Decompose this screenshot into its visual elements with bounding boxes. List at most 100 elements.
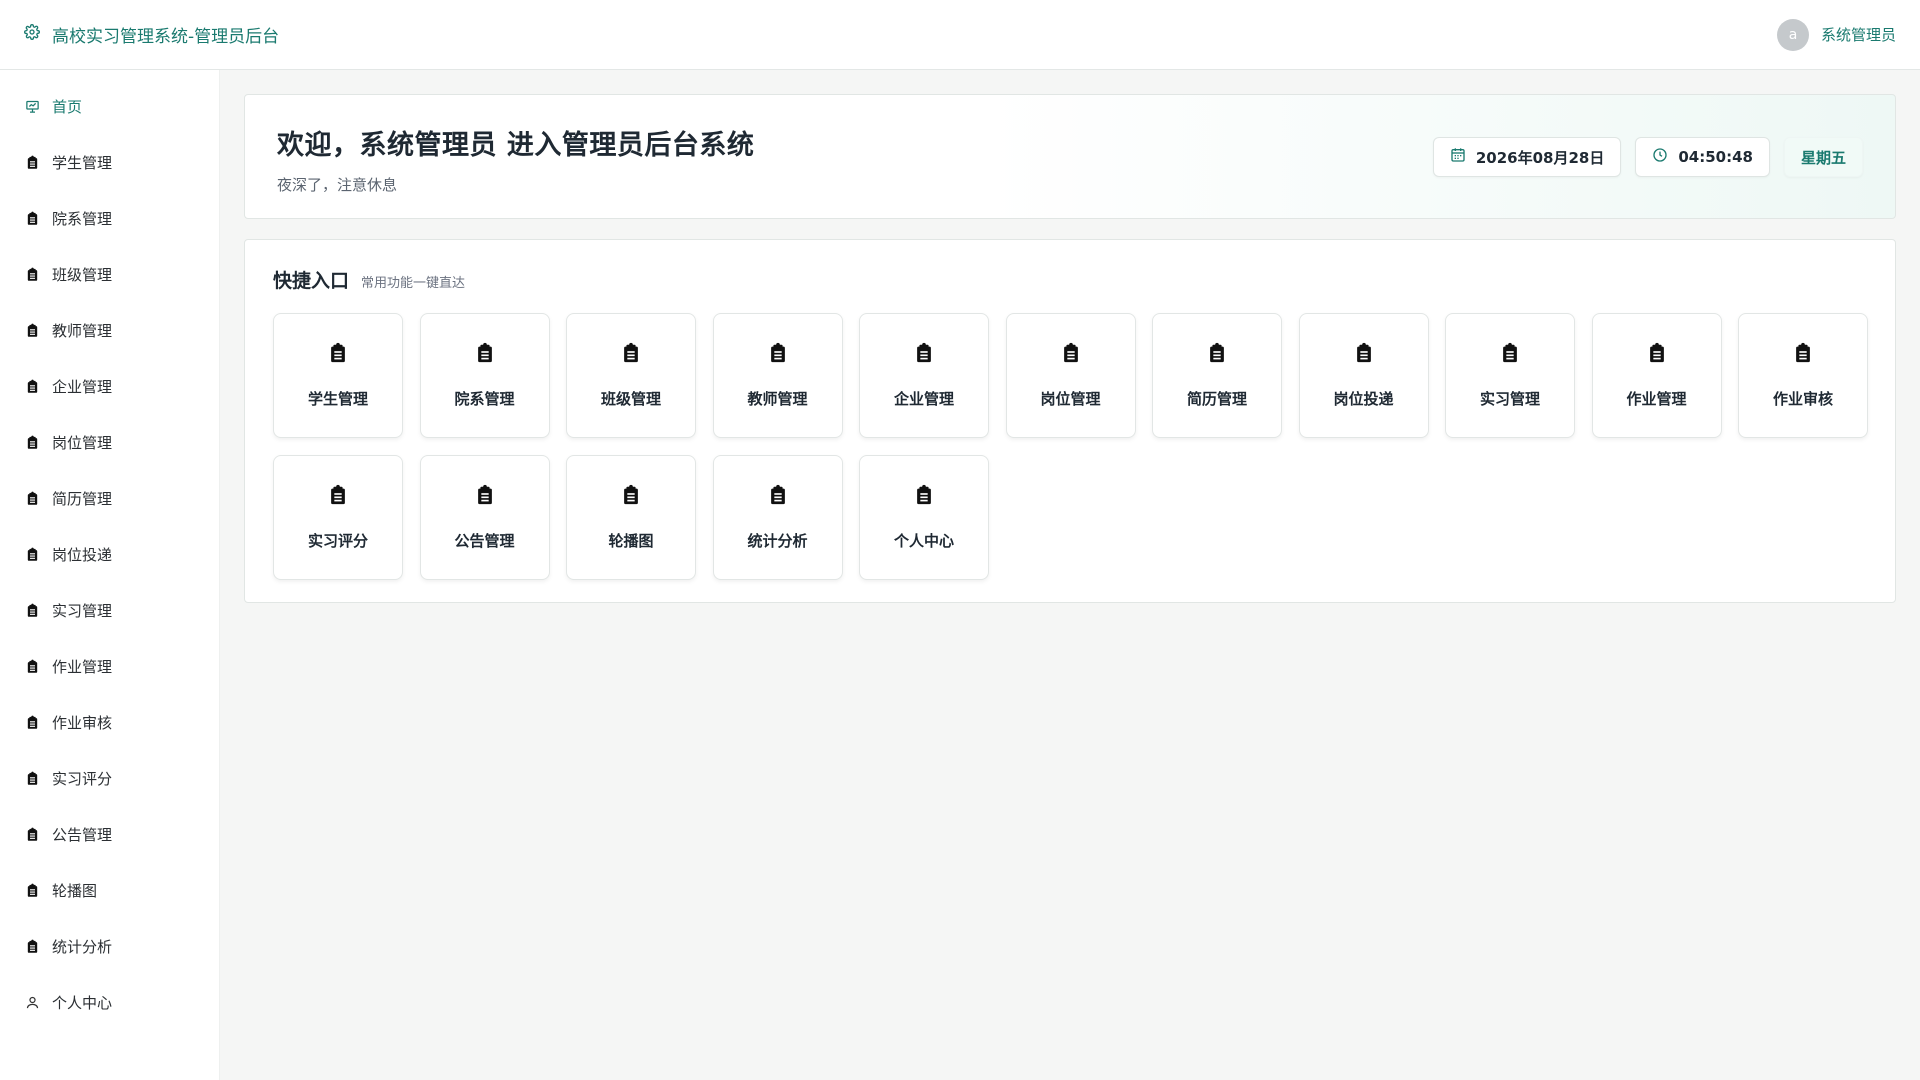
sidebar-item-department[interactable]: 院系管理	[0, 190, 219, 246]
quick-entry-label: 轮播图	[608, 532, 654, 550]
sidebar-item-label: 首页	[52, 97, 83, 116]
clipboard-icon	[620, 342, 642, 368]
brand[interactable]: 高校实习管理系统-管理员后台	[24, 22, 279, 47]
quick-entry-label: 院系管理	[454, 390, 515, 408]
sidebar-item-assignment-review[interactable]: 作业审核	[0, 694, 219, 750]
sidebar-item-carousel[interactable]: 轮播图	[0, 862, 219, 918]
clipboard-icon	[620, 484, 642, 510]
clipboard-icon	[24, 490, 40, 506]
quick-entry-card[interactable]: 实习评分	[273, 455, 403, 580]
date-text: 2026年08月28日	[1475, 148, 1605, 167]
weekday-chip: 星期五	[1783, 137, 1863, 177]
sidebar-item-student[interactable]: 学生管理	[0, 134, 219, 190]
sidebar-item-label: 实习管理	[52, 601, 113, 620]
weekday-text: 星期五	[1800, 148, 1846, 167]
sidebar-item-assignment[interactable]: 作业管理	[0, 638, 219, 694]
sidebar-item-label: 学生管理	[52, 153, 113, 172]
sidebar-item-teacher[interactable]: 教师管理	[0, 302, 219, 358]
clipboard-icon	[24, 322, 40, 338]
sidebar-item-label: 岗位管理	[52, 433, 113, 452]
clipboard-icon	[1646, 342, 1668, 368]
quick-entry-label: 实习评分	[307, 532, 368, 550]
sidebar-item-position[interactable]: 岗位管理	[0, 414, 219, 470]
gear-icon	[24, 24, 40, 45]
quick-entry-card[interactable]: 教师管理	[712, 313, 843, 438]
sidebar-item-label: 个人中心	[52, 993, 113, 1012]
sidebar-item-label: 教师管理	[52, 321, 113, 340]
sidebar-item-label: 统计分析	[52, 937, 113, 956]
sidebar-item-label: 院系管理	[52, 209, 113, 228]
quick-entry-card[interactable]: 轮播图	[566, 455, 696, 580]
calendar-icon	[1450, 147, 1466, 167]
quick-entry-card[interactable]: 岗位管理	[1005, 313, 1136, 438]
quick-entry-header: 快捷入口 常用功能一键直达	[273, 266, 1867, 293]
user-name[interactable]: 系统管理员	[1821, 24, 1896, 45]
clipboard-icon	[24, 826, 40, 842]
quick-entry-card[interactable]: 院系管理	[419, 313, 550, 438]
sidebar-item-internship-score[interactable]: 实习评分	[0, 750, 219, 806]
quick-entry-label: 学生管理	[307, 390, 368, 408]
sidebar: 首页学生管理院系管理班级管理教师管理企业管理岗位管理简历管理岗位投递实习管理作业…	[0, 70, 220, 1080]
date-time-info: 2026年08月28日 04:50:48 星期五	[1432, 137, 1863, 177]
quick-entry-card[interactable]: 公告管理	[419, 455, 550, 580]
presentation-icon	[24, 98, 40, 114]
sidebar-item-internship[interactable]: 实习管理	[0, 582, 219, 638]
welcome-subtitle: 夜深了，注意休息	[277, 176, 398, 194]
sidebar-item-notice[interactable]: 公告管理	[0, 806, 219, 862]
quick-entry-card[interactable]: 个人中心	[859, 455, 989, 580]
sidebar-item-label: 岗位投递	[52, 545, 113, 564]
sidebar-item-application[interactable]: 岗位投递	[0, 526, 219, 582]
quick-entry-card[interactable]: 简历管理	[1152, 313, 1282, 438]
quick-entry-card[interactable]: 作业管理	[1591, 313, 1722, 438]
sidebar-item-home[interactable]: 首页	[0, 78, 219, 134]
sidebar-item-label: 作业管理	[52, 657, 113, 676]
sidebar-item-class[interactable]: 班级管理	[0, 246, 219, 302]
quick-entry-card[interactable]: 企业管理	[859, 313, 989, 438]
quick-entry-card[interactable]: 学生管理	[273, 313, 403, 438]
quick-entry-card[interactable]: 班级管理	[566, 313, 696, 438]
clipboard-icon	[24, 378, 40, 394]
quick-entry-card[interactable]: 统计分析	[712, 455, 843, 580]
user-icon	[24, 994, 40, 1010]
sidebar-item-label: 公告管理	[52, 825, 113, 844]
app-title: 高校实习管理系统-管理员后台	[52, 27, 280, 47]
clipboard-icon	[24, 602, 40, 618]
clipboard-icon	[1060, 342, 1082, 368]
clipboard-icon	[327, 484, 349, 510]
quick-entry-subtitle: 常用功能一键直达	[361, 276, 466, 291]
clipboard-icon	[767, 342, 789, 368]
clipboard-icon	[474, 342, 496, 368]
quick-entry-label: 企业管理	[893, 390, 954, 408]
quick-entry-card[interactable]: 实习管理	[1445, 313, 1575, 438]
clipboard-icon	[913, 484, 935, 510]
quick-entry-label: 公告管理	[454, 532, 515, 550]
clipboard-icon	[474, 484, 496, 510]
clipboard-icon	[1499, 342, 1521, 368]
quick-entry-panel: 快捷入口 常用功能一键直达 学生管理 院系管理 班级管理 教师管理 企业管理 岗位管理 简历…	[244, 239, 1896, 603]
quick-entry-card[interactable]: 岗位投递	[1298, 313, 1429, 438]
avatar[interactable]: a	[1776, 18, 1809, 51]
sidebar-item-label: 班级管理	[52, 265, 113, 284]
sidebar-item-profile[interactable]: 个人中心	[0, 974, 219, 1030]
date-chip: 2026年08月28日	[1432, 137, 1622, 177]
quick-entry-label: 个人中心	[893, 532, 954, 550]
clipboard-icon	[767, 484, 789, 510]
quick-entry-label: 作业审核	[1772, 390, 1833, 408]
sidebar-item-label: 实习评分	[52, 769, 113, 788]
time-chip: 04:50:48	[1635, 137, 1770, 177]
clipboard-icon	[1206, 342, 1228, 368]
quick-entry-card[interactable]: 作业审核	[1738, 313, 1868, 438]
quick-entry-label: 实习管理	[1479, 390, 1540, 408]
clipboard-icon	[24, 770, 40, 786]
sidebar-item-label: 简历管理	[52, 489, 113, 508]
quick-entry-label: 统计分析	[747, 532, 808, 550]
quick-entry-label: 教师管理	[747, 390, 808, 408]
clipboard-icon	[327, 342, 349, 368]
sidebar-item-company[interactable]: 企业管理	[0, 358, 219, 414]
sidebar-item-resume[interactable]: 简历管理	[0, 470, 219, 526]
sidebar-item-label: 企业管理	[52, 377, 113, 396]
sidebar-item-statistics[interactable]: 统计分析	[0, 918, 219, 974]
sidebar-item-label: 作业审核	[52, 713, 113, 732]
welcome-panel: 欢迎，系统管理员 进入管理员后台系统 夜深了，注意休息 2026年08月28日	[244, 94, 1896, 219]
user-menu[interactable]: a 系统管理员	[1776, 18, 1896, 51]
